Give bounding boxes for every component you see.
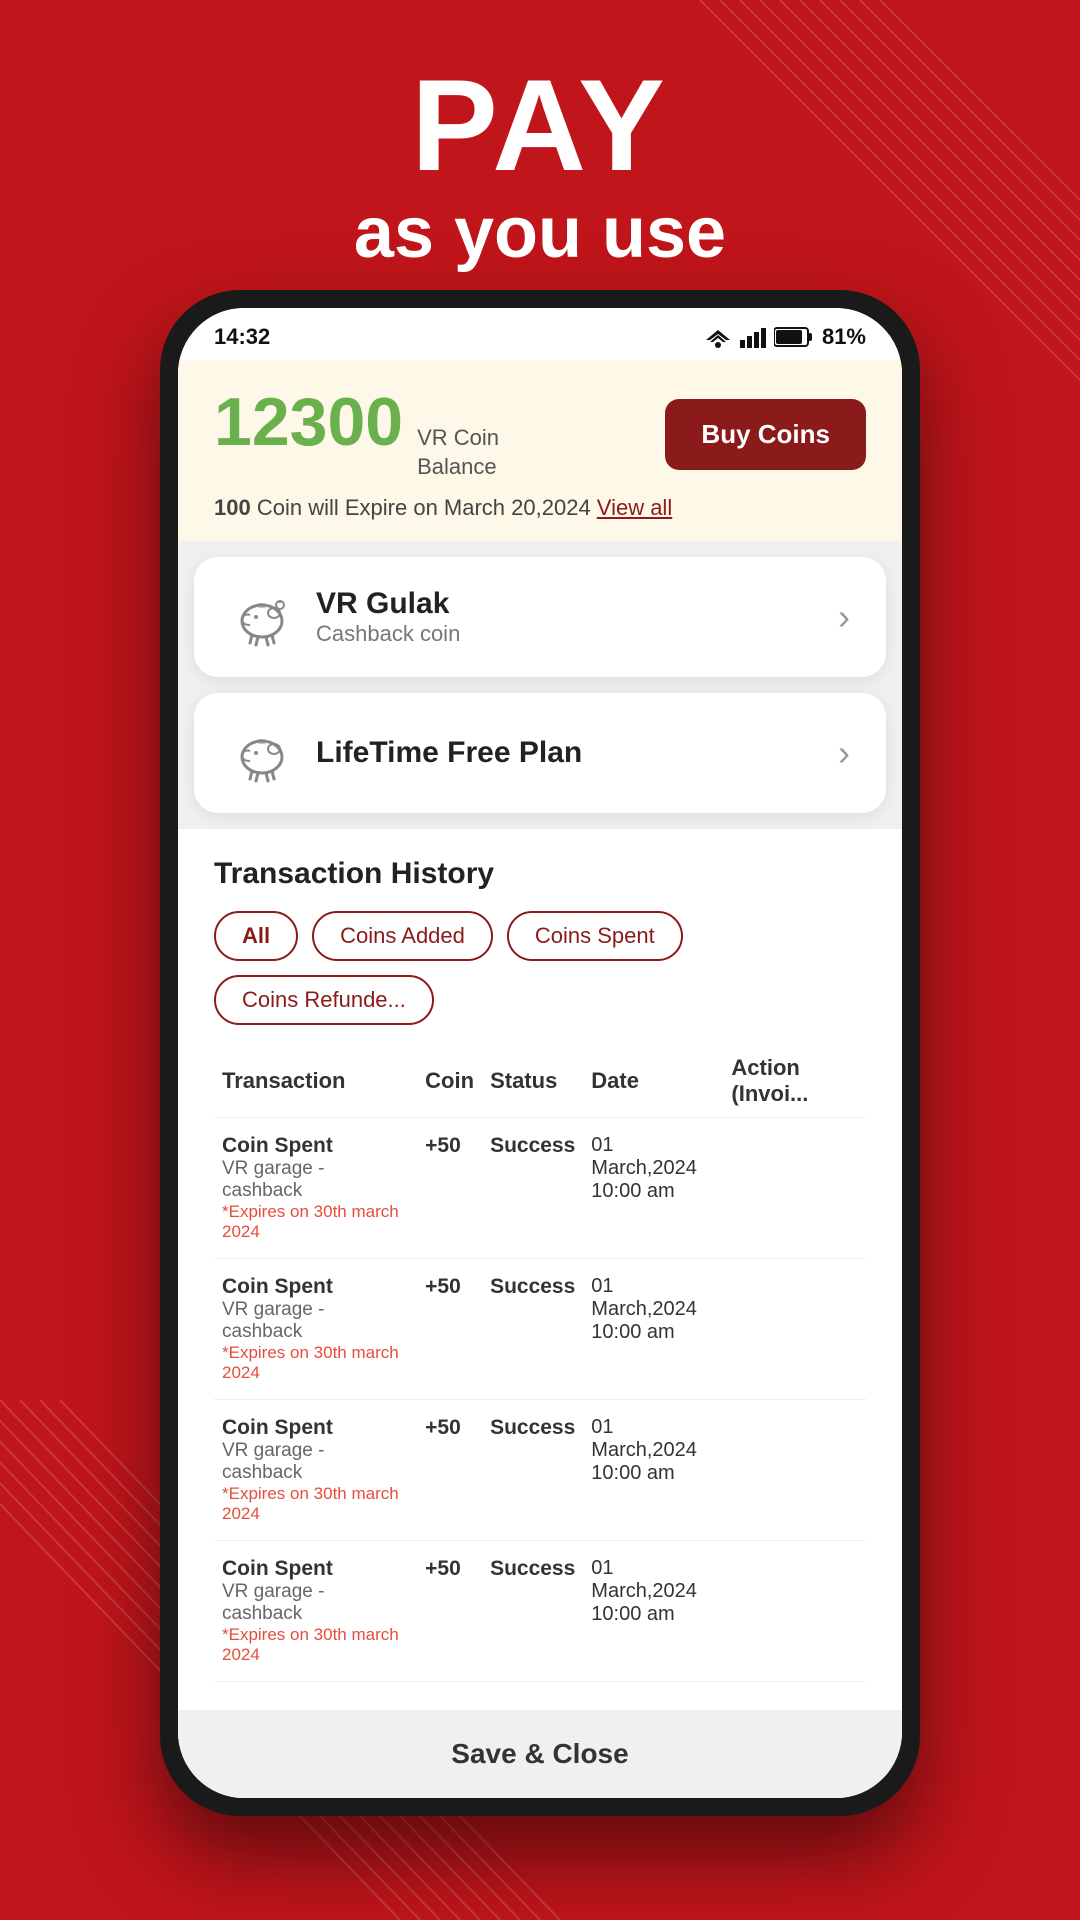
lifetime-suffix: Plan <box>511 736 583 769</box>
phone-mockup: 14:32 <box>160 290 920 1816</box>
col-action: Action (Invoi... <box>723 1045 866 1118</box>
coin-label-line2: Balance <box>417 453 499 482</box>
vr-gulak-card[interactable]: VR Gulak Cashback coin › <box>194 557 886 677</box>
wifi-icon <box>704 326 732 348</box>
vr-gulak-subtitle: Cashback coin <box>316 621 460 647</box>
coin-label-line1: VR Coin <box>417 424 499 453</box>
transaction-action <box>723 1541 866 1682</box>
vr-gulak-title: VR Gulak <box>316 587 460 621</box>
transaction-status: Success <box>482 1118 583 1259</box>
transaction-coin: +50 <box>417 1400 482 1541</box>
coin-amount: 12300 <box>214 388 403 456</box>
transaction-status: Success <box>482 1541 583 1682</box>
transaction-expiry: *Expires on 30th march 2024 <box>222 1343 409 1383</box>
transaction-status: Success <box>482 1400 583 1541</box>
expiry-row: 100 Coin will Expire on March 20,2024 Vi… <box>214 495 866 521</box>
transaction-sub: VR garage - cashback <box>222 1440 409 1484</box>
coin-balance-row: 12300 VR Coin Balance Buy Coins <box>214 388 866 481</box>
vr-gulak-left: VR Gulak Cashback coin <box>230 585 460 649</box>
filter-tab-coins-spent[interactable]: Coins Spent <box>507 911 683 961</box>
header-subtitle: as you use <box>0 190 1080 276</box>
lifetime-prefix: LifeTime <box>316 736 447 769</box>
transaction-history-section: Transaction History All Coins Added Coin… <box>178 829 902 1710</box>
col-status: Status <box>482 1045 583 1118</box>
lifetime-plan-left: LifeTime Free Plan <box>230 721 582 785</box>
save-close-bar[interactable]: Save & Close <box>178 1710 902 1798</box>
col-date: Date <box>583 1045 723 1118</box>
transaction-sub: VR garage - cashback <box>222 1299 409 1343</box>
transaction-coin: +50 <box>417 1541 482 1682</box>
filter-tab-coins-added[interactable]: Coins Added <box>312 911 493 961</box>
transaction-name: Coin Spent <box>222 1134 409 1158</box>
phone-content: 12300 VR Coin Balance Buy Coins 100 Coin… <box>178 360 902 1798</box>
view-all-link[interactable]: View all <box>597 495 672 520</box>
transaction-expiry: *Expires on 30th march 2024 <box>222 1202 409 1242</box>
transaction-date: 01 March,202410:00 am <box>583 1400 723 1541</box>
transaction-date: 01 March,202410:00 am <box>583 1259 723 1400</box>
expiry-amount: 100 <box>214 495 251 520</box>
coin-amount-wrap: 12300 VR Coin Balance <box>214 388 499 481</box>
filter-tab-coins-refunded[interactable]: Coins Refunde... <box>214 975 434 1025</box>
phone-screen: 14:32 <box>178 308 902 1798</box>
coin-balance-section: 12300 VR Coin Balance Buy Coins 100 Coin… <box>178 360 902 541</box>
transaction-action <box>723 1400 866 1541</box>
lifetime-plan-card[interactable]: LifeTime Free Plan › <box>194 693 886 813</box>
transaction-name: Coin Spent <box>222 1275 409 1299</box>
transaction-name: Coin Spent <box>222 1557 409 1581</box>
header-section: PAY as you use <box>0 60 1080 276</box>
battery-icon <box>774 326 814 348</box>
table-row: Coin Spent VR garage - cashback *Expires… <box>214 1541 866 1682</box>
expiry-text: Coin will Expire on March 20,2024 <box>257 495 597 520</box>
col-transaction: Transaction <box>214 1045 417 1118</box>
transaction-table: Transaction Coin Status Date Action (Inv… <box>214 1045 866 1682</box>
transaction-name: Coin Spent <box>222 1416 409 1440</box>
pay-title: PAY <box>0 60 1080 190</box>
transaction-sub: VR garage - cashback <box>222 1158 409 1202</box>
battery-percent: 81% <box>822 324 866 350</box>
lifetime-plan-chevron: › <box>838 732 850 774</box>
status-icons: 81% <box>704 324 866 350</box>
transaction-date: 01 March,202410:00 am <box>583 1118 723 1259</box>
phone-outer-shell: 14:32 <box>160 290 920 1816</box>
transaction-action <box>723 1118 866 1259</box>
table-row: Coin Spent VR garage - cashback *Expires… <box>214 1259 866 1400</box>
coin-label-wrap: VR Coin Balance <box>417 424 499 481</box>
transaction-sub: VR garage - cashback <box>222 1581 409 1625</box>
signal-icon <box>740 326 766 348</box>
status-time: 14:32 <box>214 324 270 350</box>
piggy-bank-icon <box>230 585 294 649</box>
transaction-expiry: *Expires on 30th march 2024 <box>222 1484 409 1524</box>
transaction-action <box>723 1259 866 1400</box>
vr-gulak-text: VR Gulak Cashback coin <box>316 587 460 647</box>
lifetime-plan-text: LifeTime Free Plan <box>316 736 582 770</box>
filter-tabs: All Coins Added Coins Spent Coins Refund… <box>214 911 866 1025</box>
transaction-coin: +50 <box>417 1259 482 1400</box>
table-row: Coin Spent VR garage - cashback *Expires… <box>214 1400 866 1541</box>
transaction-expiry: *Expires on 30th march 2024 <box>222 1625 409 1665</box>
transaction-date: 01 March,202410:00 am <box>583 1541 723 1682</box>
col-coin: Coin <box>417 1045 482 1118</box>
filter-tab-all[interactable]: All <box>214 911 298 961</box>
transaction-status: Success <box>482 1259 583 1400</box>
buy-coins-button[interactable]: Buy Coins <box>665 399 866 470</box>
transaction-coin: +50 <box>417 1118 482 1259</box>
status-bar: 14:32 <box>178 308 902 360</box>
table-row: Coin Spent VR garage - cashback *Expires… <box>214 1118 866 1259</box>
lifetime-plan-title: LifeTime Free Plan <box>316 736 582 769</box>
vr-gulak-chevron: › <box>838 596 850 638</box>
lifetime-free: Free <box>447 736 510 769</box>
transaction-title: Transaction History <box>214 857 866 891</box>
lifetime-piggy-icon <box>230 721 294 785</box>
